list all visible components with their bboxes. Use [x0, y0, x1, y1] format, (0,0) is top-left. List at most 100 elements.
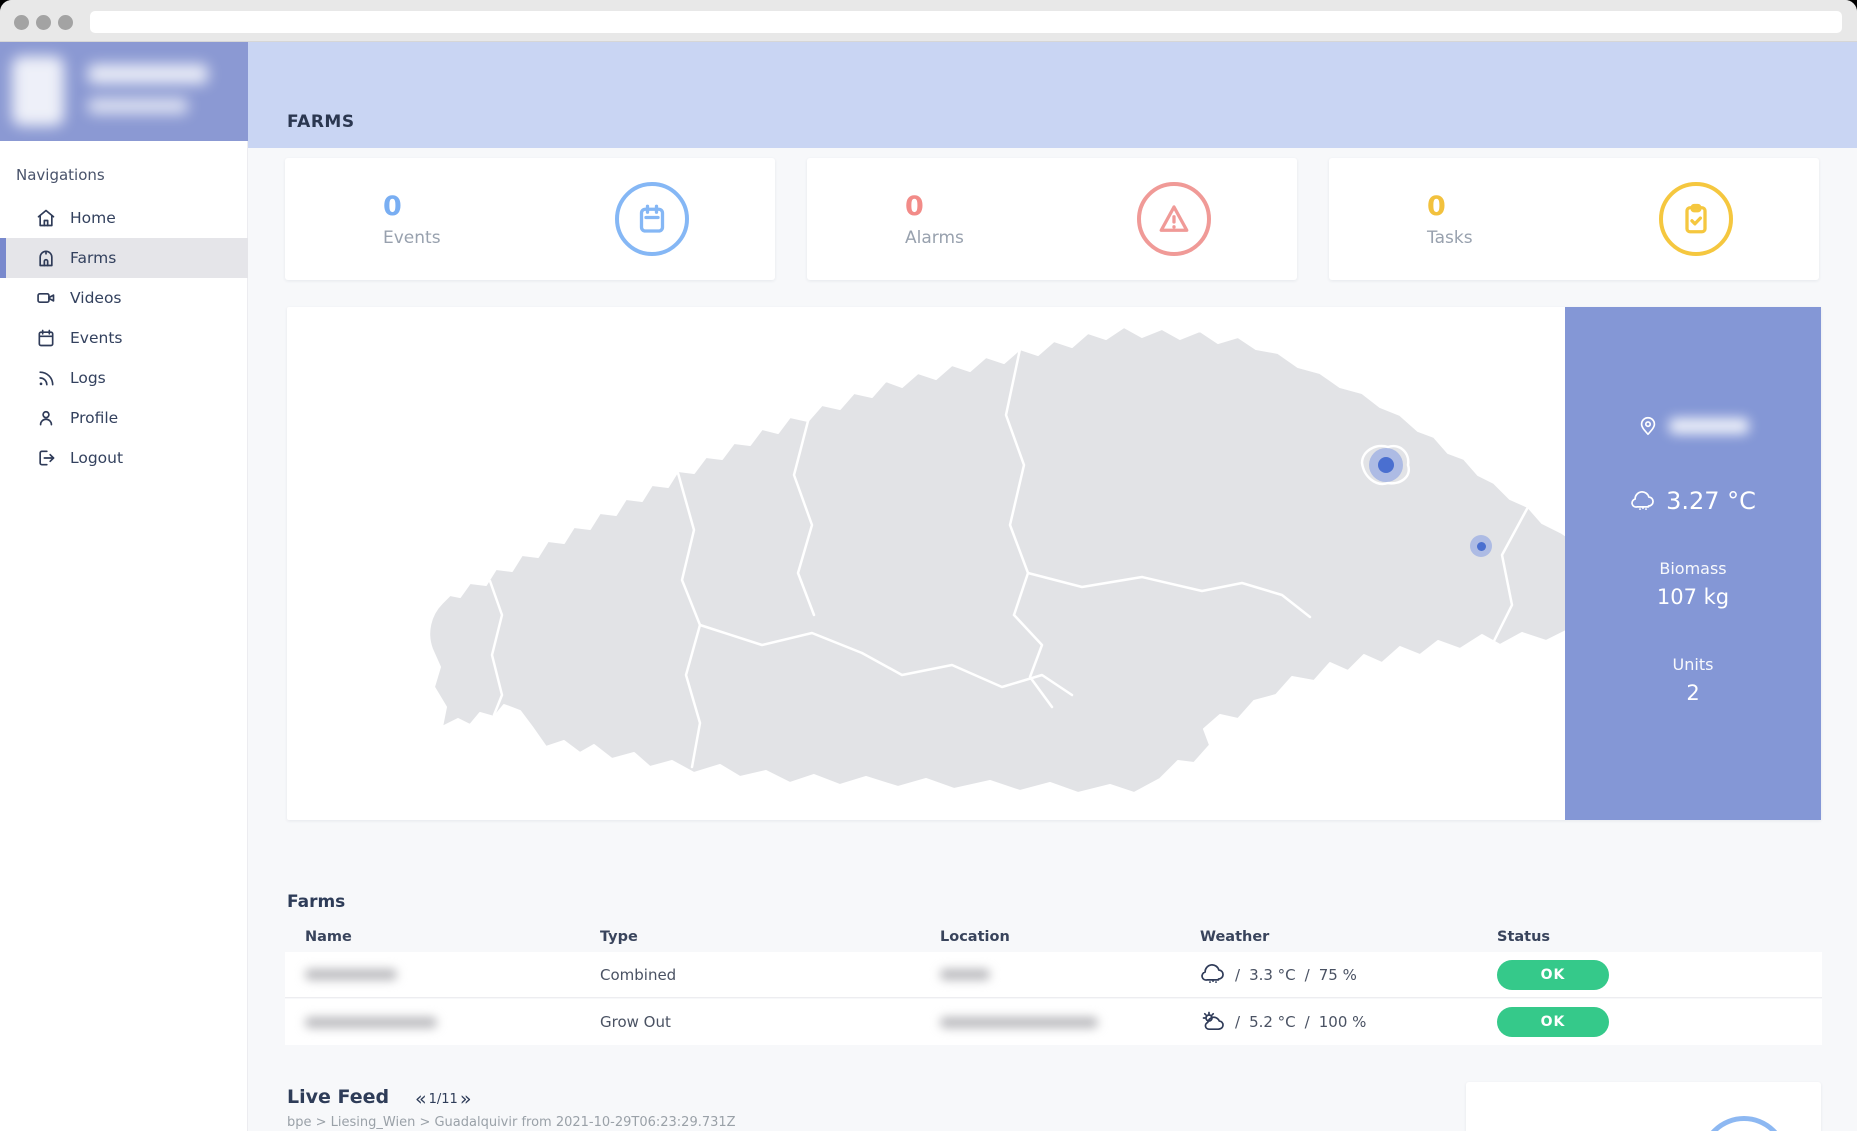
- farms-table-title: Farms: [287, 892, 345, 912]
- farm-location-row: [1565, 415, 1821, 437]
- alarms-count: 0: [905, 191, 964, 222]
- weather-humidity: 100 %: [1319, 1013, 1367, 1031]
- nav-menu: Home Farms Videos Events Logs: [0, 198, 248, 478]
- farm-location-redacted: [1669, 418, 1749, 434]
- farms-map: 3.27 °C Biomass 107 kg Units 2: [287, 307, 1821, 820]
- weather-temp: 3.3 °C: [1249, 966, 1296, 984]
- status-badge: OK: [1497, 960, 1609, 990]
- separator: /: [1305, 1013, 1310, 1031]
- marker-dot: [1477, 542, 1486, 551]
- browser-chrome: [0, 0, 1857, 42]
- sidebar-item-logs[interactable]: Logs: [0, 358, 248, 398]
- alarms-stat-card: 0 Alarms: [807, 158, 1297, 280]
- sidebar-item-label: Profile: [70, 409, 118, 427]
- events-count: 0: [383, 191, 441, 222]
- address-bar[interactable]: [90, 11, 1842, 33]
- nav-section-label: Navigations: [16, 166, 105, 184]
- table-row[interactable]: Grow Out / 5.2 °C / 100 % OK: [285, 999, 1822, 1045]
- page-header: [248, 42, 1857, 148]
- tasks-count: 0: [1427, 191, 1473, 222]
- video-camera-icon: [1700, 1116, 1788, 1131]
- units-value: 2: [1565, 681, 1821, 705]
- map-marker-zicksee[interactable]: [1470, 535, 1492, 557]
- column-weather: Weather: [1200, 929, 1497, 945]
- events-label: Events: [383, 228, 441, 248]
- logout-icon: [36, 448, 56, 468]
- page-indicator: 1/11: [429, 1092, 458, 1107]
- sidebar-item-profile[interactable]: Profile: [0, 398, 248, 438]
- farm-name-redacted: [305, 1017, 437, 1028]
- map-marker-vienna[interactable]: [1369, 448, 1403, 482]
- weather-temp: 5.2 °C: [1249, 1013, 1296, 1031]
- farm-temperature: 3.27 °C: [1666, 487, 1756, 515]
- separator: /: [1305, 966, 1310, 984]
- live-feed-title: Live Feed: [287, 1086, 389, 1108]
- separator: /: [1235, 966, 1240, 984]
- biomass-value: 107 kg: [1565, 585, 1821, 609]
- sidebar-item-home[interactable]: Home: [0, 198, 248, 238]
- sidebar-item-label: Videos: [70, 289, 122, 307]
- separator: /: [1235, 1013, 1240, 1031]
- user-icon: [36, 408, 56, 428]
- calendar-icon: [615, 182, 689, 256]
- tasks-stat-card: 0 Tasks: [1329, 158, 1819, 280]
- column-location: Location: [940, 929, 1200, 945]
- farm-type: Combined: [600, 966, 940, 984]
- live-feed-pager: « 1/11 »: [415, 1088, 471, 1110]
- sidebar-item-label: Logout: [70, 449, 123, 467]
- logo-text-redacted: [88, 98, 188, 114]
- events-stat-card: 0 Events: [285, 158, 775, 280]
- farm-location-redacted: [940, 1017, 1098, 1028]
- live-feed-breadcrumb: bpe > Liesing_Wien > Guadalquivir from 2…: [287, 1115, 736, 1130]
- barn-icon: [36, 248, 56, 268]
- alarms-label: Alarms: [905, 228, 964, 248]
- farm-summary-panel: 3.27 °C Biomass 107 kg Units 2: [1565, 307, 1821, 820]
- home-icon: [36, 208, 56, 228]
- rss-icon: [36, 368, 56, 388]
- table-row[interactable]: Combined / 3.3 °C / 75 % OK: [285, 952, 1822, 998]
- cloud-rain-icon: [1200, 963, 1226, 987]
- column-status: Status: [1497, 929, 1822, 945]
- next-page-button[interactable]: »: [460, 1088, 472, 1110]
- farm-temperature-row: 3.27 °C: [1565, 487, 1821, 515]
- map-pin-icon: [1637, 415, 1659, 437]
- units-label: Units: [1565, 655, 1821, 674]
- sidebar-item-logout[interactable]: Logout: [0, 438, 248, 478]
- sidebar-item-label: Farms: [70, 249, 116, 267]
- farm-name-redacted: [305, 969, 397, 980]
- cloud-rain-icon: [1630, 489, 1656, 513]
- sidebar-item-label: Events: [70, 329, 122, 347]
- weather-cell: / 5.2 °C / 100 %: [1200, 1010, 1497, 1034]
- logo-mark-redacted: [12, 56, 64, 126]
- marker-dot: [1378, 457, 1394, 473]
- column-type: Type: [600, 929, 940, 945]
- window-minimize-button[interactable]: [36, 15, 51, 30]
- column-name: Name: [305, 929, 600, 945]
- status-badge: OK: [1497, 1007, 1609, 1037]
- cloud-sun-icon: [1200, 1010, 1226, 1034]
- sidebar-item-videos[interactable]: Videos: [0, 278, 248, 318]
- biomass-label: Biomass: [1565, 559, 1821, 578]
- tasks-label: Tasks: [1427, 228, 1473, 248]
- app-logo: [0, 42, 248, 141]
- videos-count-card: 11: [1466, 1082, 1821, 1131]
- weather-cell: / 3.3 °C / 75 %: [1200, 963, 1497, 987]
- alert-triangle-icon: [1137, 182, 1211, 256]
- sidebar: Navigations Home Farms Videos Events: [0, 42, 248, 1131]
- sidebar-item-events[interactable]: Events: [0, 318, 248, 358]
- window-close-button[interactable]: [14, 15, 29, 30]
- window-zoom-button[interactable]: [58, 15, 73, 30]
- calendar-icon: [36, 328, 56, 348]
- browser-window: FARMS Navigations Home Farms: [0, 0, 1857, 1131]
- farms-table-header: Name Type Location Weather Status: [285, 924, 1822, 950]
- austria-map[interactable]: [342, 315, 1592, 810]
- logo-text-redacted: [88, 64, 208, 84]
- sidebar-item-farms[interactable]: Farms: [0, 238, 248, 278]
- weather-humidity: 75 %: [1319, 966, 1357, 984]
- sidebar-item-label: Logs: [70, 369, 106, 387]
- video-camera-icon: [36, 288, 56, 308]
- prev-page-button[interactable]: «: [415, 1088, 427, 1110]
- app-root: FARMS Navigations Home Farms: [0, 42, 1857, 1131]
- page-title: FARMS: [287, 112, 355, 132]
- sidebar-item-label: Home: [70, 209, 116, 227]
